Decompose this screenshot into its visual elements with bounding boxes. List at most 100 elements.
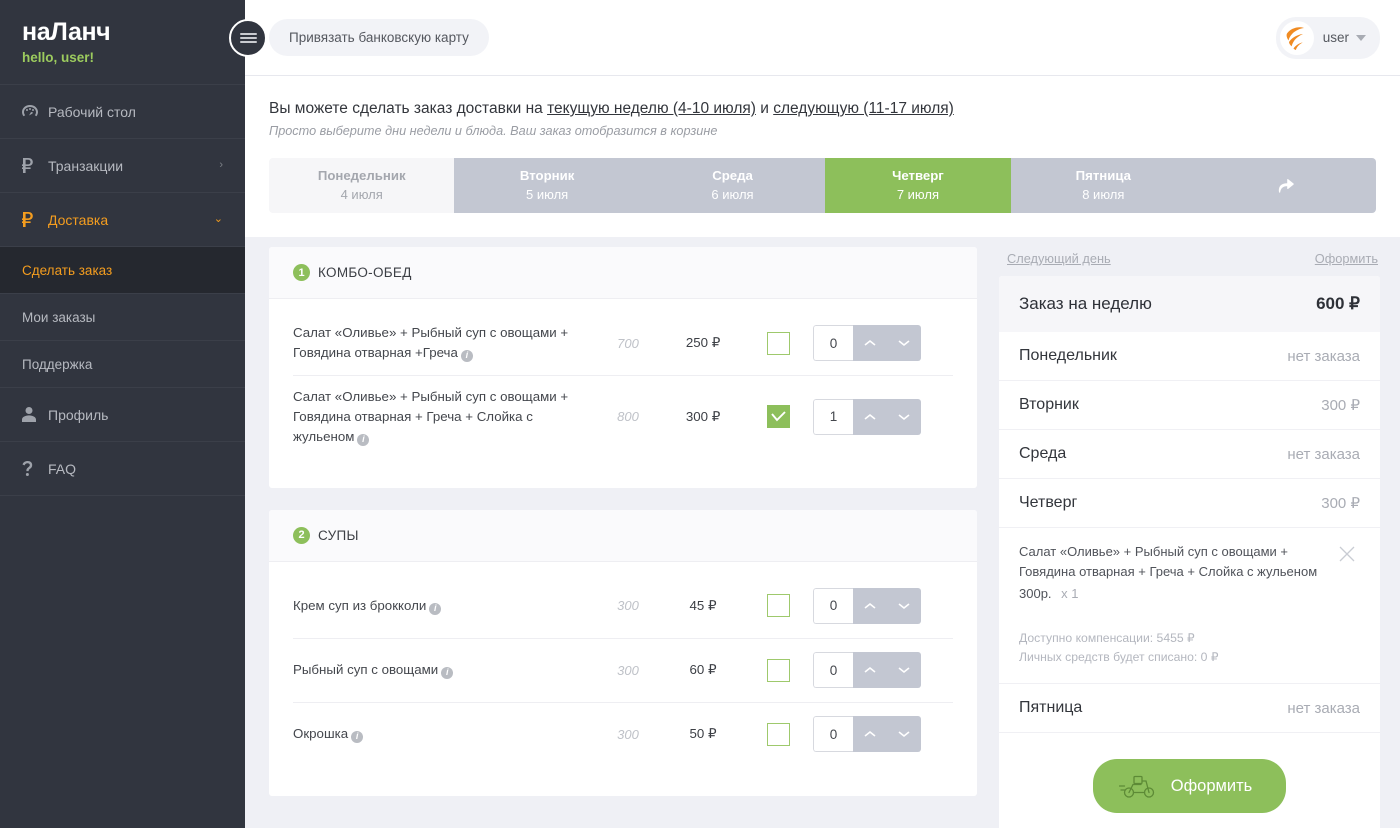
cart-day-monday[interactable]: Понедельник нет заказа	[999, 332, 1380, 381]
info-icon[interactable]: i	[357, 433, 370, 446]
dish-checkbox[interactable]	[766, 722, 790, 746]
dish-stepper-cell: 1	[813, 398, 921, 435]
quantity-stepper: 0	[813, 716, 921, 753]
sidebar-item-faq[interactable]: FAQ	[0, 442, 245, 496]
sidebar-item-dashboard[interactable]: Рабочий стол	[0, 85, 245, 139]
quantity-value[interactable]: 0	[813, 325, 853, 361]
chevron-up-icon[interactable]	[853, 652, 887, 688]
day-tab-thursday[interactable]: Четверг 7 июля	[825, 158, 1011, 213]
stepper-arrows	[853, 398, 921, 435]
chevron-down-icon[interactable]	[887, 325, 921, 361]
cart-panel: Заказ на неделю 600 ₽ Понедельник нет за…	[999, 276, 1380, 828]
day-tab-date: 4 июля	[340, 186, 383, 202]
sidebar-item-delivery[interactable]: Доставка ⌄	[0, 193, 245, 247]
sidebar-item-label: Доставка	[48, 211, 109, 228]
cart-day-thursday[interactable]: Четверг 300 ₽	[999, 479, 1380, 528]
cart-day-label: Четверг	[1019, 494, 1078, 511]
brand-greeting: hello, user!	[22, 50, 95, 65]
info-icon[interactable]: i	[460, 349, 473, 362]
checkout-top-link[interactable]: Оформить	[1315, 251, 1378, 266]
question-icon	[22, 461, 48, 476]
dish-checkbox[interactable]	[766, 594, 790, 618]
hamburger-icon[interactable]	[229, 19, 267, 57]
avatar	[1279, 20, 1314, 55]
intro-subtitle: Просто выберите дни недели и блюда. Ваш …	[269, 124, 718, 138]
menu-section-soups: 2 СУПЫ Крем суп из брокколи i 300 45 ₽ 0…	[269, 509, 977, 796]
sidebar-item-label: Профиль	[48, 406, 109, 423]
dish-row: Салат «Оливье» + Рыбный суп с овощами + …	[293, 311, 953, 375]
cart-item-remove-button[interactable]	[1334, 542, 1360, 603]
day-tab-friday[interactable]: Пятница 8 июля	[1010, 158, 1197, 213]
info-icon[interactable]: i	[441, 667, 454, 680]
next-day-link[interactable]: Следующий день	[1007, 251, 1111, 266]
next-week-button[interactable]	[1196, 158, 1376, 213]
chevron-down-icon[interactable]	[887, 716, 921, 752]
sidebar-item-profile[interactable]: Профиль	[0, 388, 245, 442]
sidebar-item-label: Транзакции	[48, 157, 124, 174]
cart-day-tuesday[interactable]: Вторник 300 ₽	[999, 381, 1380, 430]
link-current-week[interactable]: текущую неделю (4-10 июля)	[547, 100, 756, 117]
dish-name: Крем суп из брокколи i	[293, 596, 593, 616]
sidebar-subitem-make-order[interactable]: Сделать заказ	[0, 247, 245, 294]
cart-notes: Доступно компенсации: 5455 ₽ Личных сред…	[999, 603, 1380, 685]
sidebar-item-transactions[interactable]: Транзакции ›	[0, 139, 245, 193]
dish-row: Окрошка i 300 50 ₽ 0	[293, 701, 953, 766]
section-body: Салат «Оливье» + Рыбный суп с овощами + …	[269, 299, 977, 488]
chevron-down-icon[interactable]	[887, 588, 921, 624]
sidebar-subitem-support[interactable]: Поддержка	[0, 341, 245, 388]
cart-day-label: Пятница	[1019, 699, 1083, 717]
cart-day-value: нет заказа	[1287, 445, 1360, 463]
link-next-week[interactable]: следующую (11-17 июля)	[773, 100, 954, 117]
cart-day-wednesday[interactable]: Среда нет заказа	[999, 430, 1380, 479]
stepper-arrows	[853, 652, 921, 689]
day-tab-wednesday[interactable]: Среда 6 июля	[639, 158, 826, 213]
stepper-arrows	[853, 587, 921, 624]
menu-section-combo: 1 КОМБО-ОБЕД Салат «Оливье» + Рыбный суп…	[269, 247, 977, 488]
day-tab-date: 5 июля	[526, 186, 569, 202]
section-title: СУПЫ	[318, 527, 359, 543]
dish-checkbox[interactable]	[766, 405, 790, 429]
sidebar-item-label: Рабочий стол	[48, 103, 136, 120]
cart-item-text: Салат «Оливье» + Рыбный суп с овощами + …	[1019, 542, 1334, 603]
chevron-up-icon[interactable]	[853, 325, 887, 361]
quantity-value[interactable]: 1	[813, 398, 853, 435]
chevron-up-icon[interactable]	[853, 588, 887, 624]
day-tab-tuesday[interactable]: Вторник 5 июля	[454, 158, 640, 213]
dish-check-cell	[743, 658, 813, 682]
cart-top-links: Следующий день Оформить	[999, 247, 1380, 276]
brand-title: наЛанч	[22, 18, 111, 46]
cart-day-value: 300 ₽	[1321, 495, 1360, 512]
dish-row: Салат «Оливье» + Рыбный суп с овощами + …	[293, 375, 953, 458]
dish-checkbox[interactable]	[766, 658, 790, 682]
info-icon[interactable]: i	[351, 731, 364, 744]
cart-item-price: 300р.	[1019, 585, 1052, 601]
chevron-down-icon[interactable]	[887, 399, 921, 435]
dish-check-cell	[743, 722, 813, 746]
cart-note-compensation: Доступно компенсации: 5455 ₽	[1019, 631, 1195, 646]
user-menu[interactable]: user	[1275, 16, 1380, 59]
quantity-value[interactable]: 0	[813, 587, 853, 624]
quantity-value[interactable]: 0	[813, 716, 853, 753]
quantity-value[interactable]: 0	[813, 652, 853, 689]
cart-column: Следующий день Оформить Заказ на неделю …	[999, 247, 1400, 828]
chevron-up-icon[interactable]	[853, 399, 887, 435]
checkout-button[interactable]: Оформить	[1092, 759, 1287, 814]
sidebar-subitem-my-orders[interactable]: Мои заказы	[0, 294, 245, 341]
cart-day-friday[interactable]: Пятница нет заказа	[999, 684, 1380, 734]
close-icon	[1339, 546, 1355, 562]
quantity-stepper: 0	[813, 652, 921, 689]
info-icon[interactable]: i	[429, 602, 442, 615]
cart-day-value: нет заказа	[1287, 347, 1360, 365]
chevron-right-icon: ›	[219, 159, 223, 171]
dish-checkbox[interactable]	[766, 331, 790, 355]
day-tab-monday[interactable]: Понедельник 4 июля	[269, 158, 455, 213]
link-bank-card-button[interactable]: Привязать банковскую карту	[269, 19, 489, 56]
section-number-badge: 1	[293, 264, 310, 281]
stepper-arrows	[853, 325, 921, 361]
cart-item-qty: х 1	[1061, 585, 1079, 601]
chevron-up-icon[interactable]	[853, 716, 887, 752]
cart-item: Салат «Оливье» + Рыбный суп с овощами + …	[999, 528, 1380, 603]
intro-text-middle: и	[755, 100, 774, 117]
dish-price: 300 ₽	[685, 408, 721, 424]
chevron-down-icon[interactable]	[887, 652, 921, 688]
